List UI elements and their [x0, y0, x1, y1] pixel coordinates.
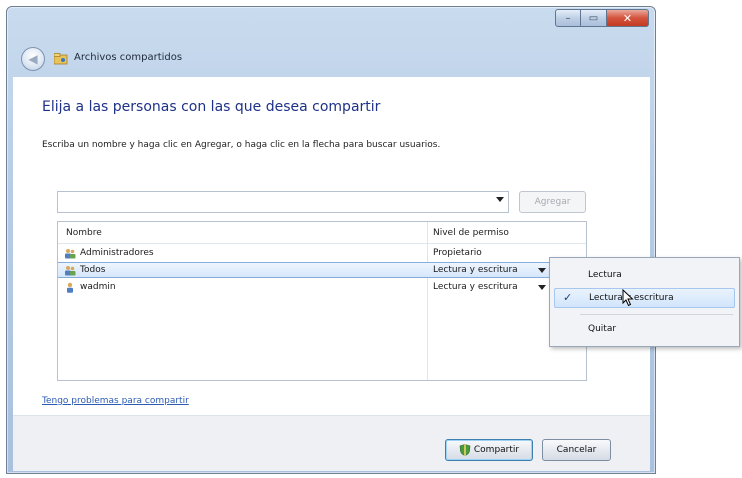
- help-link[interactable]: Tengo problemas para compartir: [42, 396, 189, 406]
- row-name: wadmin: [80, 282, 116, 292]
- maximize-button[interactable]: ▭: [581, 9, 607, 27]
- dialog-window: – ▭ ✕ ◀ Archivos compartidos Elija a las…: [6, 6, 656, 474]
- row-permission: Propietario: [433, 248, 482, 258]
- window-title: Archivos compartidos: [74, 52, 183, 63]
- minimize-button[interactable]: –: [555, 9, 581, 27]
- back-arrow-icon: ◀: [28, 52, 38, 66]
- share-button-label: Compartir: [473, 445, 520, 455]
- title-bar: – ▭ ✕ ◀ Archivos compartidos: [7, 7, 655, 73]
- user-name-input[interactable]: [57, 191, 509, 213]
- menu-item-read[interactable]: Lectura: [554, 266, 735, 286]
- share-button[interactable]: Compartir: [445, 439, 533, 461]
- mouse-cursor-icon: [622, 289, 634, 307]
- column-header-permission[interactable]: Nivel de permiso: [433, 228, 509, 238]
- window-controls: – ▭ ✕: [555, 9, 649, 29]
- permission-context-menu: Lectura ✓ Lectura y escritura Quitar: [549, 257, 740, 347]
- instruction-text: Escriba un nombre y haga clic en Agregar…: [42, 140, 441, 150]
- row-name: Todos: [80, 265, 106, 275]
- permission-dropdown[interactable]: Lectura y escritura: [433, 265, 518, 275]
- permission-dropdown-arrow-icon[interactable]: [538, 285, 546, 290]
- cancel-button[interactable]: Cancelar: [542, 439, 611, 461]
- shield-icon: [459, 444, 471, 456]
- list-row-administradores[interactable]: Administradores Propietario: [58, 246, 586, 262]
- row-name: Administradores: [80, 248, 154, 258]
- list-row-todos[interactable]: Todos Lectura y escritura: [58, 262, 586, 278]
- add-button[interactable]: Agregar: [519, 191, 586, 213]
- permission-dropdown-arrow-icon[interactable]: [538, 268, 546, 273]
- menu-separator: [580, 314, 733, 315]
- back-button[interactable]: ◀: [21, 47, 45, 71]
- user-list: Nombre Nivel de permiso Administradores …: [57, 221, 587, 381]
- list-header: Nombre Nivel de permiso: [58, 222, 586, 244]
- menu-item-label: Quitar: [588, 324, 617, 334]
- group-icon: [65, 249, 76, 259]
- page-title: Elija a las personas con las que desea c…: [42, 99, 381, 115]
- menu-item-label: Lectura: [588, 270, 622, 280]
- group-icon: [65, 266, 76, 276]
- checkmark-icon: ✓: [563, 291, 573, 304]
- user-icon: [67, 282, 73, 293]
- close-button[interactable]: ✕: [607, 9, 649, 27]
- shared-folder-icon: [54, 53, 68, 65]
- menu-item-remove[interactable]: Quitar: [554, 320, 735, 340]
- content-area: Elija a las personas con las que desea c…: [13, 77, 650, 415]
- list-row-wadmin[interactable]: wadmin Lectura y escritura: [58, 280, 586, 296]
- column-header-name[interactable]: Nombre: [66, 228, 102, 238]
- button-bar: Compartir Cancelar: [13, 415, 650, 471]
- permission-dropdown[interactable]: Lectura y escritura: [433, 282, 518, 292]
- menu-item-read-write[interactable]: ✓ Lectura y escritura: [554, 288, 735, 308]
- dropdown-arrow-icon[interactable]: [496, 197, 504, 202]
